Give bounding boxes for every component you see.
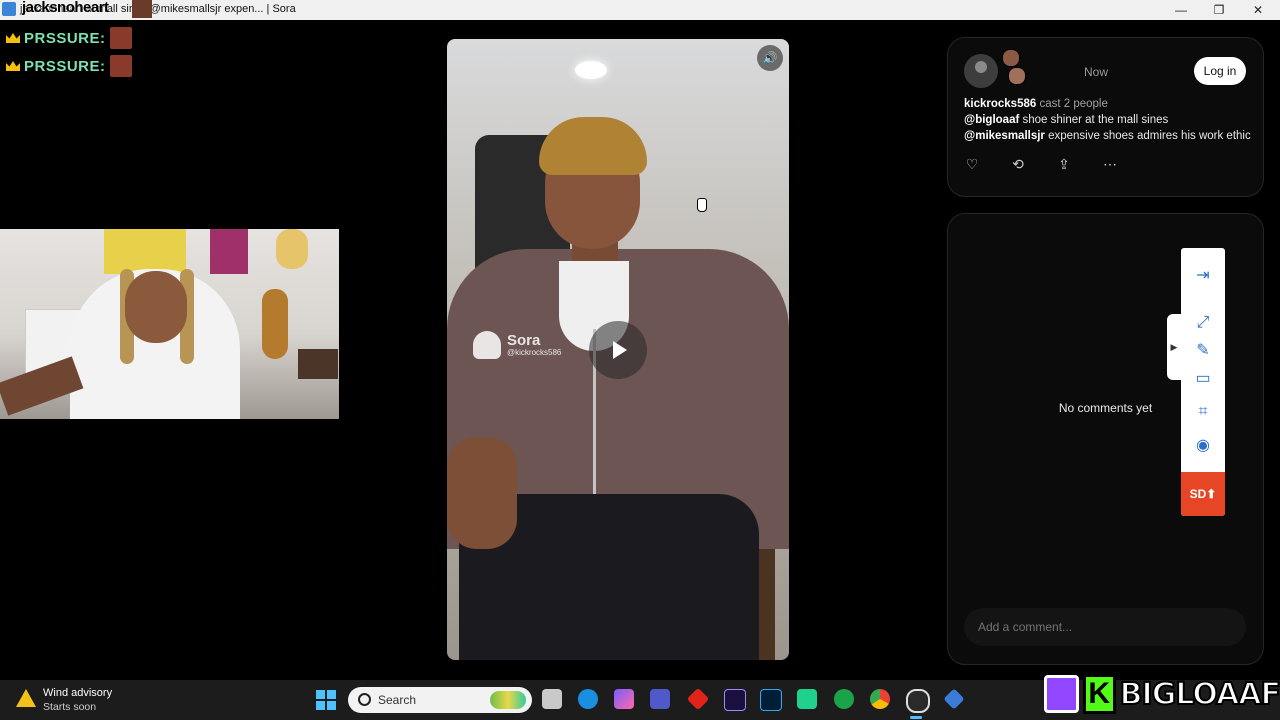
tool-panel: ⇥ ⤢ ✎ ▭ ⌗ ◉ SD⬆ [1181,248,1225,516]
maximize-button[interactable]: ❐ [1199,0,1239,20]
taskbar-search[interactable]: Search [348,687,532,713]
sora-ghost-icon [473,331,501,359]
hand [447,437,517,549]
stream-branding: K BIGLOAAF [1040,668,1280,720]
cast-avatar[interactable] [1002,49,1020,67]
heart-icon[interactable]: ♡ [964,156,980,173]
expand-icon[interactable]: ⤢ [1193,313,1213,333]
crop-icon[interactable]: ⌗ [1193,402,1213,422]
tool-panel-toggle[interactable]: ▶ [1167,314,1181,380]
pressure-row: PRSSURE: [6,26,132,50]
search-label: Search [378,693,417,707]
green-app-icon[interactable] [797,689,817,709]
file-explorer-icon[interactable] [542,689,562,709]
crown-icon [6,33,20,43]
guitar [262,289,288,359]
teams-icon[interactable] [650,689,670,709]
post-card: Now Log in kickrocks586 cast 2 people @b… [947,37,1264,197]
speaker-icon[interactable]: 🔊 [757,45,783,71]
webcam-feed [0,229,339,419]
photoshop-icon[interactable] [760,689,782,711]
overlay-streamer-name: jacksnoheart [22,0,109,16]
avatar [109,55,132,77]
window-icon[interactable]: ▭ [1193,369,1213,389]
window-titlebar: jacksnoheart at mall sines @mikesmallsjr… [0,0,1280,20]
watermark-name: Sora [507,331,541,349]
share-icon[interactable]: ⇪ [1056,156,1072,173]
sd-upload-button[interactable]: SD⬆ [1181,472,1225,516]
avatar [109,27,132,49]
video-player[interactable]: Sora @kickrocks586 🔊 [447,39,789,660]
caption-text: shoe shiner at the mall sines [1019,114,1169,126]
post-actions: ♡ ⟲ ⇪ ⋯ [964,156,1118,173]
more-icon[interactable]: ⋯ [1102,156,1118,173]
caption-text: expensive shoes admires his work ethic [1044,130,1251,142]
cast-avatar[interactable] [1008,67,1026,85]
pen-icon[interactable]: ✎ [1193,341,1213,361]
app-icon [2,2,16,16]
cursor-icon [697,198,707,212]
copilot-icon[interactable] [614,689,634,709]
close-button[interactable]: ✕ [1238,0,1278,20]
search-icon [358,693,371,706]
sora-watermark: Sora @kickrocks586 [473,331,561,359]
play-button[interactable] [589,321,647,379]
login-button[interactable]: Log in [1194,57,1246,85]
blue-app-icon[interactable] [943,688,965,710]
pressure-label: PRSSURE: [24,29,106,47]
ceiling-light [575,61,607,79]
mention-link[interactable]: @bigloaaf [964,114,1019,126]
brand-name: BIGLOAAF [1119,676,1280,713]
remix-icon[interactable]: ⟲ [1010,156,1026,173]
twitch-icon [1044,675,1079,713]
weather-title[interactable]: Wind advisory [43,687,112,699]
windows-start-icon[interactable] [316,690,336,710]
play-icon [613,341,627,359]
post-caption: kickrocks586 cast 2 people @bigloaaf sho… [964,96,1256,144]
cast-text: cast 2 people [1039,98,1108,110]
red-app-icon[interactable] [686,687,710,711]
record-icon[interactable]: ◉ [1193,436,1213,456]
minimize-button[interactable]: — [1161,0,1201,20]
watermark-handle: @kickrocks586 [507,347,562,357]
weather-subtitle[interactable]: Starts soon [43,701,96,713]
durag [539,117,647,175]
kick-icon: K [1082,674,1116,714]
bench [298,349,338,379]
exit-icon[interactable]: ⇥ [1193,266,1213,286]
crown-icon [6,61,20,71]
wall-poster [104,229,186,274]
avatar[interactable] [964,54,998,88]
streamer-head [125,271,187,343]
wall-poster [210,229,248,274]
post-author[interactable]: kickrocks586 [964,98,1036,110]
premiere-icon[interactable] [724,689,746,711]
pressure-label: PRSSURE: [24,57,106,75]
chrome-icon[interactable] [870,689,890,709]
obs-icon[interactable] [906,689,930,713]
comment-input[interactable] [964,608,1246,646]
edge-icon[interactable] [578,689,598,709]
pressure-row: PRSSURE: [6,54,132,78]
wall-poster [276,229,308,269]
chrome-green-icon[interactable] [834,689,854,709]
mention-link[interactable]: @mikesmallsjr [964,130,1045,142]
active-app-indicator [910,716,922,719]
warning-icon[interactable] [16,689,36,707]
overlay-avatar [132,0,152,18]
post-time: Now [1084,65,1109,79]
search-highlight-icon [490,691,526,709]
